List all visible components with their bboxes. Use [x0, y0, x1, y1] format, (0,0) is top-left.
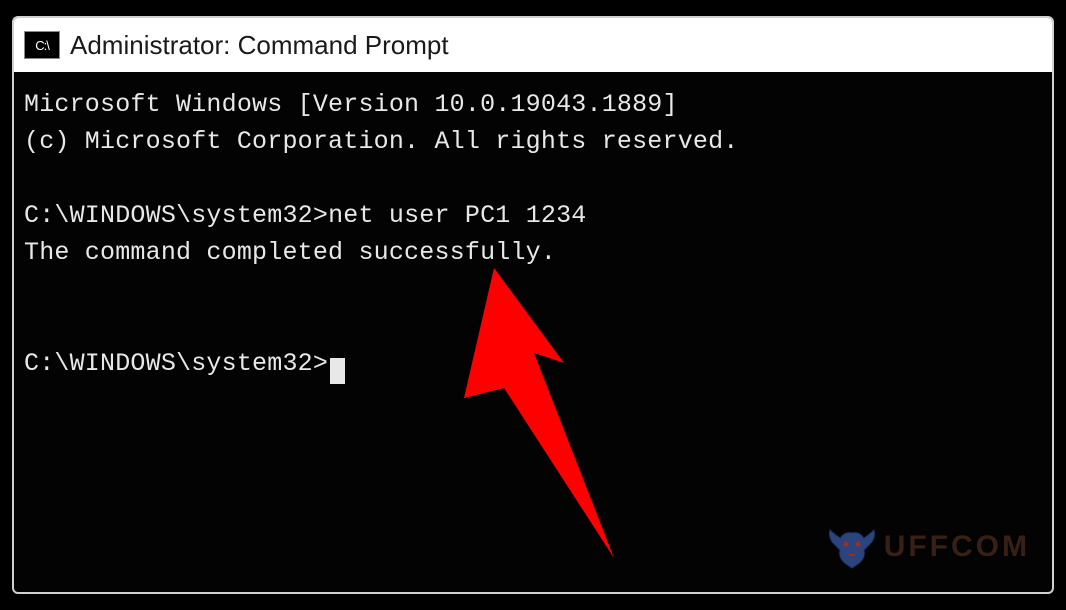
terminal-prompt-1-path: C:\WINDOWS\system32>	[24, 201, 328, 230]
terminal-header-line1: Microsoft Windows [Version 10.0.19043.18…	[24, 90, 678, 119]
watermark: UFFCOM	[826, 524, 1030, 570]
watermark-text: UFFCOM	[884, 530, 1030, 564]
titlebar[interactable]: C:\ Administrator: Command Prompt	[14, 18, 1052, 72]
terminal-header-line2: (c) Microsoft Corporation. All rights re…	[24, 127, 739, 156]
window-title: Administrator: Command Prompt	[70, 30, 449, 61]
terminal-prompt-1-command: net user PC1 1234	[328, 201, 586, 230]
terminal-prompt-2-path: C:\WINDOWS\system32>	[24, 345, 328, 382]
command-prompt-window: C:\ Administrator: Command Prompt Micros…	[12, 16, 1054, 594]
bull-logo-icon	[826, 524, 878, 570]
terminal-output[interactable]: Microsoft Windows [Version 10.0.19043.18…	[14, 72, 1052, 396]
terminal-result: The command completed successfully.	[24, 238, 556, 267]
terminal-cursor	[330, 358, 345, 384]
cmd-app-icon: C:\	[24, 31, 60, 59]
cmd-icon-label: C:\	[35, 38, 49, 53]
